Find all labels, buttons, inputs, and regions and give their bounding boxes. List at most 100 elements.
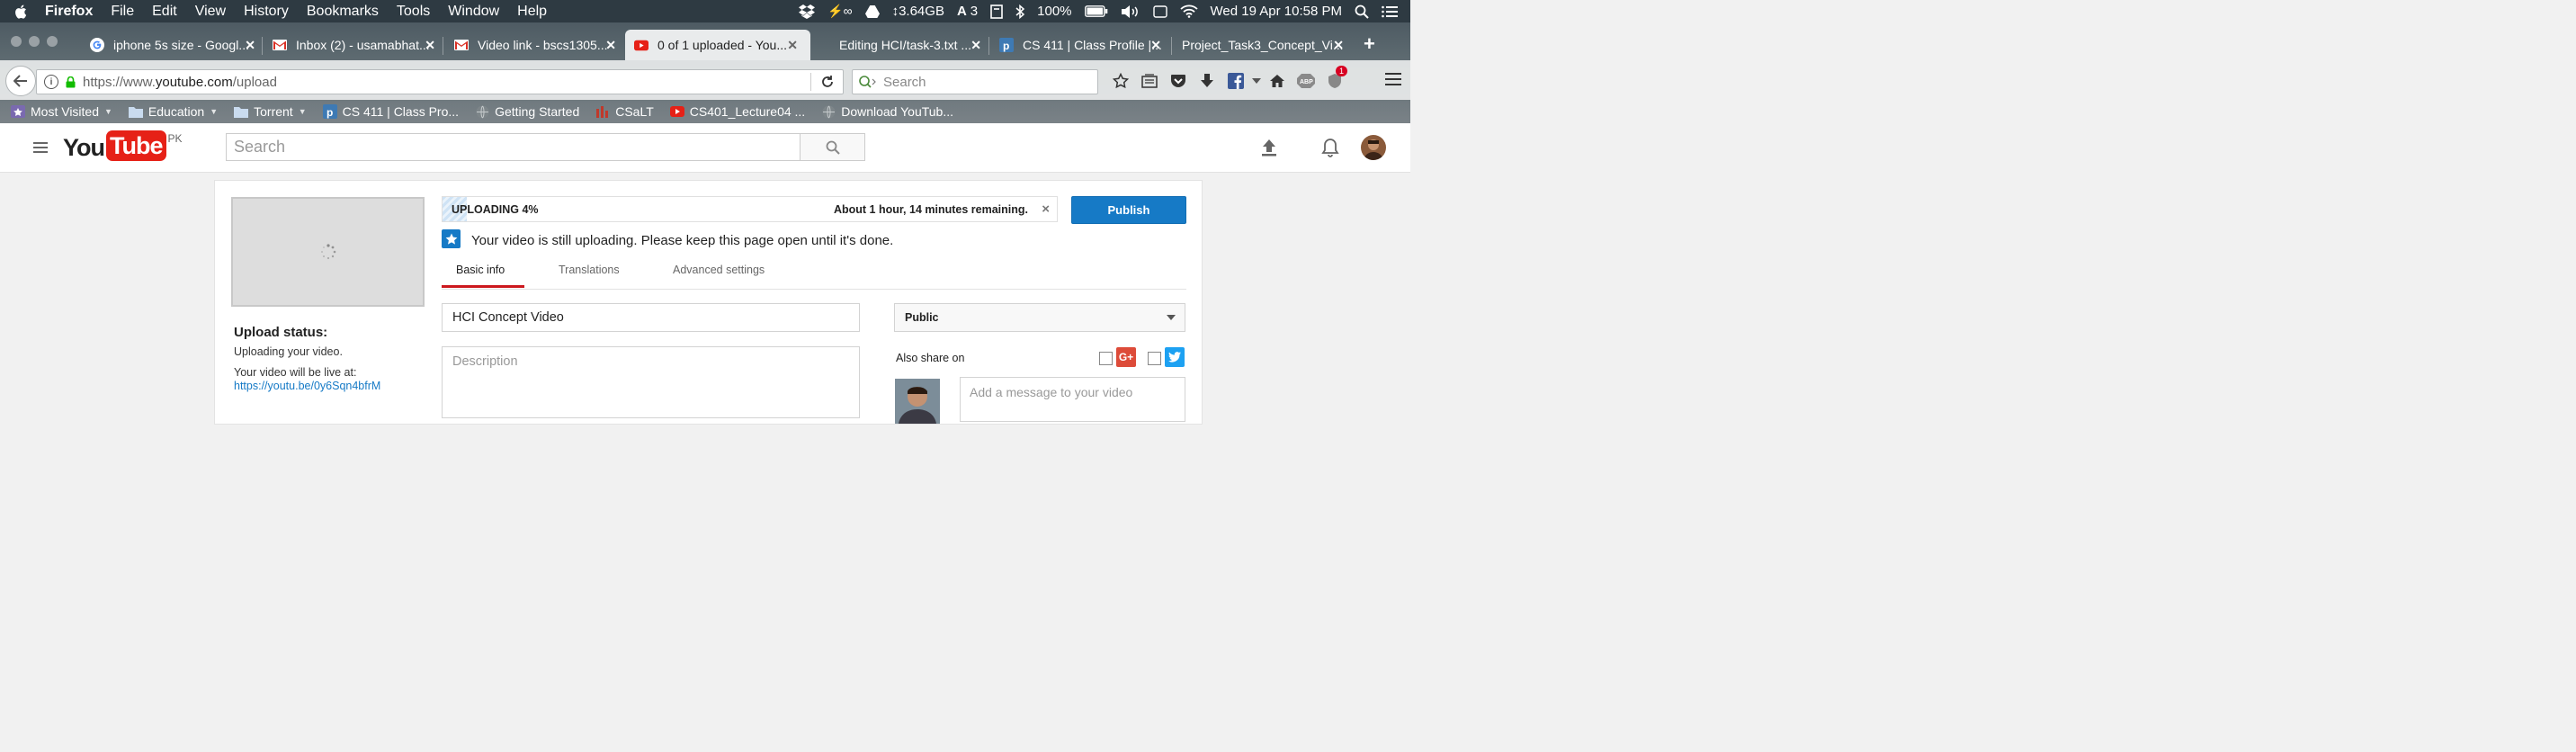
adobe-icon[interactable]: A3 bbox=[957, 4, 978, 19]
browser-tab[interactable]: Editing HCI/task-3.txt ... ✕ bbox=[839, 30, 981, 60]
tab-advanced-settings[interactable]: Advanced settings bbox=[673, 264, 765, 276]
publish-button[interactable]: Publish bbox=[1071, 196, 1186, 224]
wifi-icon[interactable] bbox=[1179, 4, 1198, 18]
bookmark-star-icon[interactable] bbox=[1106, 69, 1135, 93]
menu-firefox[interactable]: Firefox bbox=[45, 4, 93, 20]
menu-help[interactable]: Help bbox=[517, 4, 547, 20]
window-zoom-button[interactable] bbox=[47, 36, 58, 47]
tab-separator bbox=[262, 37, 263, 55]
tab-close-icon[interactable]: ✕ bbox=[1150, 38, 1161, 53]
share-twitter-checkbox[interactable] bbox=[1148, 352, 1161, 365]
window-close-button[interactable] bbox=[11, 36, 22, 47]
url-prefix: https://www. bbox=[83, 74, 156, 90]
browser-search-bar[interactable]: Search bbox=[852, 69, 1098, 94]
svg-text:ABP: ABP bbox=[1300, 79, 1313, 85]
browser-tab[interactable]: iphone 5s size - Googl... ✕ bbox=[90, 30, 255, 60]
menu-history[interactable]: History bbox=[244, 4, 289, 20]
bookmark-download-youtube[interactable]: Download YouTub... bbox=[821, 104, 953, 119]
chevron-down-icon: ▼ bbox=[104, 107, 112, 116]
input-source-icon[interactable] bbox=[1152, 4, 1167, 18]
tab-close-icon[interactable]: ✕ bbox=[425, 38, 435, 53]
bookmark-cs411[interactable]: p CS 411 | Class Pro... bbox=[322, 104, 460, 119]
bookmark-getting-started[interactable]: Getting Started bbox=[475, 104, 579, 119]
bookmark-folder-torrent[interactable]: Torrent ▼ bbox=[234, 104, 307, 119]
tab-title: Editing HCI/task-3.txt ... bbox=[839, 38, 972, 52]
chevron-down-icon bbox=[1167, 315, 1176, 320]
home-icon[interactable] bbox=[1263, 69, 1292, 93]
twitter-icon[interactable] bbox=[1165, 347, 1185, 367]
youtube-search-input[interactable]: Search bbox=[226, 133, 800, 161]
battery-icon[interactable] bbox=[1084, 5, 1108, 17]
spotlight-search-icon[interactable] bbox=[1355, 4, 1369, 19]
apple-icon[interactable] bbox=[14, 4, 27, 19]
youtube-header: You Tube PK Search bbox=[0, 123, 1410, 173]
cancel-upload-close-icon[interactable]: × bbox=[1042, 201, 1050, 217]
folder-icon bbox=[234, 105, 249, 118]
upload-notice-text: Your video is still uploading. Please ke… bbox=[471, 233, 894, 248]
back-button[interactable] bbox=[5, 66, 36, 96]
menu-file[interactable]: File bbox=[111, 4, 134, 20]
bookmark-most-visited[interactable]: Most Visited ▼ bbox=[11, 104, 112, 119]
bookmark-folder-education[interactable]: Education ▼ bbox=[128, 104, 218, 119]
adblock-plus-icon[interactable]: ABP bbox=[1292, 69, 1320, 93]
hamburger-menu-icon[interactable] bbox=[1385, 73, 1401, 90]
tab-close-icon[interactable]: ✕ bbox=[970, 38, 981, 53]
reload-icon[interactable] bbox=[819, 74, 836, 90]
dropdown-arrow-icon[interactable] bbox=[1250, 69, 1263, 93]
tab-translations[interactable]: Translations bbox=[559, 264, 620, 276]
url-bar[interactable]: i https://www. youtube.com/upload bbox=[36, 69, 844, 94]
tab-close-icon[interactable]: ✕ bbox=[245, 38, 255, 53]
guide-menu-icon[interactable] bbox=[33, 142, 48, 156]
browser-tab[interactable]: Project_Task3_Concept_Vi... ✕ bbox=[1182, 30, 1344, 60]
timemachine-icon[interactable]: ⚡∞ bbox=[827, 4, 852, 19]
url-path: /upload bbox=[232, 74, 277, 90]
video-description-input[interactable]: Description bbox=[442, 346, 860, 418]
volume-icon[interactable] bbox=[1121, 4, 1140, 19]
bookmark-cs401-lecture[interactable]: CS401_Lecture04 ... bbox=[669, 104, 805, 119]
clock[interactable]: Wed 19 Apr 10:58 PM bbox=[1211, 4, 1342, 19]
video-title-input[interactable]: HCI Concept Video bbox=[442, 303, 860, 332]
browser-tab[interactable]: Inbox (2) - usamabhat... ✕ bbox=[273, 30, 435, 60]
dropbox-icon[interactable] bbox=[799, 4, 816, 19]
pocket-icon[interactable] bbox=[1164, 69, 1193, 93]
facebook-icon[interactable] bbox=[1221, 69, 1250, 93]
new-tab-button[interactable]: + bbox=[1364, 34, 1375, 54]
notification-center-icon[interactable] bbox=[1382, 5, 1398, 18]
window-minimize-button[interactable] bbox=[29, 36, 40, 47]
video-share-link[interactable]: https://youtu.be/0y6Sqn4bfrM bbox=[234, 380, 380, 392]
menu-window[interactable]: Window bbox=[448, 4, 499, 20]
browser-tab-active[interactable]: 0 of 1 uploaded - You... ✕ bbox=[625, 30, 810, 60]
share-google-plus-checkbox[interactable] bbox=[1099, 352, 1113, 365]
upload-icon[interactable] bbox=[1261, 139, 1277, 157]
tab-close-icon[interactable]: ✕ bbox=[1333, 38, 1344, 53]
notes-icon[interactable] bbox=[990, 4, 1003, 19]
tab-close-icon[interactable]: ✕ bbox=[605, 38, 616, 53]
info-icon[interactable]: i bbox=[44, 75, 58, 89]
data-rate-indicator[interactable]: ↕3.64GB bbox=[892, 4, 944, 19]
browser-tab[interactable]: Video link - bscs1305... ✕ bbox=[454, 30, 616, 60]
downloads-icon[interactable] bbox=[1193, 69, 1221, 93]
menu-bookmarks[interactable]: Bookmarks bbox=[307, 4, 379, 20]
youtube-logo[interactable]: You Tube PK bbox=[63, 130, 183, 163]
tab-close-icon[interactable]: ✕ bbox=[787, 38, 798, 53]
browser-tab[interactable]: p CS 411 | Class Profile |... ✕ bbox=[999, 30, 1161, 60]
arrow-left-icon bbox=[13, 75, 27, 87]
bookmark-label: CS 411 | Class Pro... bbox=[342, 104, 460, 119]
privacy-select[interactable]: Public bbox=[894, 303, 1185, 332]
menu-edit[interactable]: Edit bbox=[152, 4, 177, 20]
bookmark-csalt[interactable]: CSaLT bbox=[595, 104, 654, 119]
youtube-search-button[interactable] bbox=[800, 133, 865, 161]
bookmarks-library-icon[interactable] bbox=[1135, 69, 1164, 93]
account-avatar[interactable] bbox=[1361, 135, 1386, 160]
google-plus-icon[interactable]: G+ bbox=[1116, 347, 1136, 367]
logo-you-text: You bbox=[63, 134, 105, 161]
menu-view[interactable]: View bbox=[195, 4, 226, 20]
lock-icon[interactable] bbox=[66, 76, 76, 88]
google-drive-icon[interactable] bbox=[864, 4, 880, 18]
tab-basic-info[interactable]: Basic info bbox=[456, 264, 505, 276]
share-message-input[interactable]: Add a message to your video bbox=[960, 377, 1185, 422]
notifications-bell-icon[interactable] bbox=[1321, 138, 1339, 157]
menu-tools[interactable]: Tools bbox=[397, 4, 430, 20]
privacy-badger-icon[interactable]: 1 bbox=[1320, 66, 1349, 93]
bluetooth-icon[interactable] bbox=[1015, 4, 1025, 19]
